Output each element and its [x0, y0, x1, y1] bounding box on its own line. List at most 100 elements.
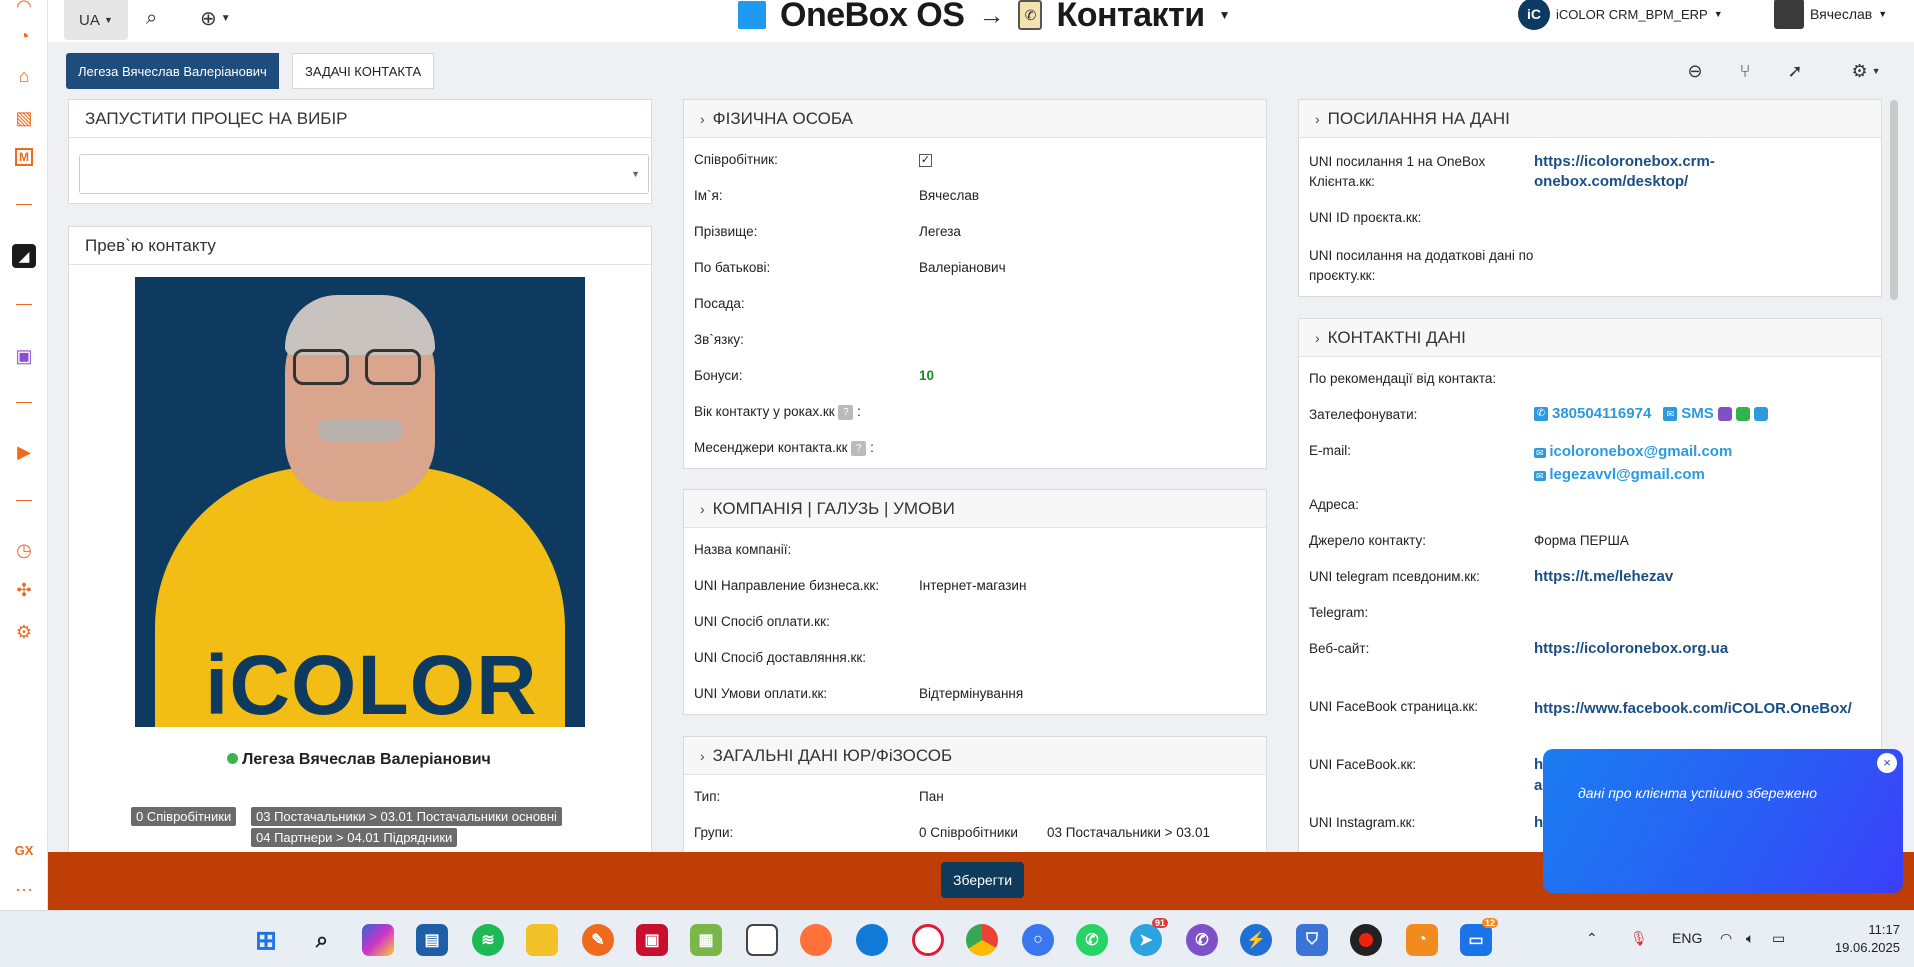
instagram-link[interactable]: h — [1534, 814, 1543, 831]
email-link[interactable]: icoloronebox@gmail.com — [1549, 443, 1732, 460]
employee-checkbox[interactable]: ✓ — [919, 154, 932, 167]
gear-icon[interactable]: ⚙ ▼ — [1846, 58, 1886, 84]
links-panel-title[interactable]: › ПОСИЛАННЯ НА ДАНІ — [1299, 100, 1881, 138]
page-scrollbar[interactable] — [1890, 100, 1898, 300]
telegram-icon[interactable]: ➤ 91 — [1130, 918, 1168, 956]
crm-selector[interactable]: iC iCOLOR CRM_BPM_ERP ▼ — [1518, 0, 1723, 30]
bitwarden-icon[interactable]: ⛉ — [1296, 924, 1328, 956]
volume-icon[interactable]: 🔈︎ — [1746, 930, 1754, 947]
preview-panel-title: Прев`ю контакту — [69, 227, 651, 265]
field-label: E-mail: — [1309, 443, 1352, 458]
field-label: Співробітник: — [694, 152, 778, 167]
record-icon[interactable] — [1350, 924, 1382, 956]
input-language[interactable]: ENG — [1672, 930, 1702, 946]
billboard-icon[interactable]: ▧ — [12, 106, 36, 130]
copilot-icon[interactable] — [362, 924, 394, 956]
windows-start-icon[interactable]: ⊞ — [250, 924, 282, 956]
gx-icon[interactable]: GX — [12, 838, 36, 862]
spotify-icon[interactable]: ≋ — [472, 924, 504, 956]
remote-desktop-icon[interactable]: ▭ 12 — [1460, 918, 1498, 956]
lightning-app-icon[interactable]: ⚡ — [1240, 924, 1272, 956]
chevron-down-icon: ▼ — [1878, 9, 1888, 19]
clock-date: 19.06.2025 — [1834, 940, 1900, 955]
sms-link[interactable]: SMS — [1681, 405, 1714, 422]
windows-taskbar: ⊞ ⌕ ▤ ≋ ✎ ▣ ▦ ○ ✆ ➤ 91 ✆ ⚡ ⛉ ◔ ▭ 12 ⌃ 🎙︎ E… — [0, 910, 1914, 967]
telegram-icon[interactable] — [1753, 406, 1768, 421]
tab-contact-tasks[interactable]: ЗАДАЧІ КОНТАКТА — [292, 53, 435, 89]
user-menu[interactable]: Вячеслав ▼ — [1774, 0, 1888, 29]
website-link[interactable]: https://icoloronebox.org.ua — [1534, 640, 1728, 657]
facebook-link[interactable]: a — [1534, 777, 1542, 794]
bonus-value: 10 — [919, 368, 935, 383]
field-label: UNI Направление бизнеса.кк: — [694, 578, 880, 593]
whatsapp-icon[interactable] — [1735, 406, 1750, 421]
app-logo-icon[interactable]: ◢ — [12, 244, 36, 268]
close-icon[interactable]: × — [1877, 753, 1897, 773]
more-dots-icon[interactable]: ⋯ — [12, 878, 36, 902]
group-value: 03 Постачальники > 03.01 — [1047, 825, 1211, 840]
field-label: Джерело контакту: — [1309, 533, 1426, 548]
process-select[interactable]: ▼ — [79, 154, 649, 194]
caret-down-icon: ▼ — [631, 169, 640, 179]
links-panel: › ПОСИЛАННЯ НА ДАНІ UNI посилання 1 на On… — [1298, 99, 1882, 297]
speedometer-icon[interactable]: ◔ — [1406, 924, 1438, 956]
puzzle-icon[interactable]: ✣ — [12, 578, 36, 602]
chevron-down-icon[interactable]: ▼ — [1219, 8, 1231, 22]
viber-icon[interactable]: ✆ — [1186, 924, 1218, 956]
open-external-icon[interactable]: ➚ — [1782, 58, 1808, 84]
minus-circle-icon[interactable]: ⊖ — [1682, 58, 1708, 84]
facebook-link[interactable]: h — [1534, 756, 1543, 773]
arrow-right-icon: → — [978, 0, 1005, 30]
language-selector[interactable]: UA ▼ — [64, 0, 128, 40]
sms-icon: ✉ — [1663, 406, 1678, 421]
avatar — [1774, 0, 1804, 29]
tab-contact[interactable]: Легеза Вячеслав Валеріанович — [66, 53, 279, 89]
search-icon[interactable]: ⌕ — [306, 924, 338, 956]
system-clock[interactable]: 11:17 19.06.2025 — [1824, 921, 1900, 957]
merge-icon[interactable]: ⑂ — [1732, 58, 1758, 84]
wifi-icon[interactable]: ◠ — [1720, 930, 1732, 947]
field-label: UNI FaceBook страница.кк: — [1309, 699, 1479, 714]
save-button[interactable]: Зберегти — [941, 862, 1025, 898]
folder-icon[interactable] — [526, 924, 558, 956]
telegram-alias-link[interactable]: https://t.me/lehezav — [1534, 568, 1673, 585]
field-label: Ім`я: — [694, 188, 723, 203]
image-editor-icon[interactable]: ▦ — [690, 924, 722, 956]
dock-icon[interactable]: ⌂ — [12, 64, 36, 88]
chevron-up-icon[interactable]: ⌃ — [1586, 930, 1598, 947]
microphone-icon[interactable]: 🎙︎ — [1630, 930, 1648, 947]
chrome-icon[interactable] — [966, 924, 998, 956]
person-panel-title[interactable]: › ФІЗИЧНА ОСОБА — [684, 100, 1266, 138]
opera-icon[interactable] — [912, 924, 944, 956]
edge-icon[interactable] — [856, 924, 888, 956]
settings-gear-icon[interactable]: ⚙ — [12, 620, 36, 644]
add-new-icon[interactable]: ⊕ ▼ — [200, 4, 231, 32]
twitch-icon[interactable]: ▣ — [12, 344, 36, 368]
m-badge-icon[interactable]: M — [15, 148, 33, 166]
pen-icon[interactable]: ✎ — [582, 924, 614, 956]
search-icon[interactable]: ⌕ — [146, 4, 157, 32]
facebook-page-link[interactable]: https://www.facebook.com/iCOLOR.OneBox/ — [1534, 698, 1874, 719]
history-clock-icon[interactable]: ◷ — [12, 538, 36, 562]
orbit-icon[interactable]: ◠ — [12, 0, 36, 18]
play-icon[interactable]: ▶ — [12, 440, 36, 464]
viber-icon[interactable] — [1717, 406, 1732, 421]
help-icon[interactable]: ? — [838, 404, 854, 420]
whatsapp-icon[interactable]: ✆ — [1076, 924, 1108, 956]
document-icon[interactable] — [746, 924, 778, 956]
contact-panel-title[interactable]: › КОНТАКТНІ ДАНІ — [1299, 319, 1881, 357]
store-icon[interactable]: ▤ — [416, 924, 448, 956]
company-panel-title[interactable]: › КОМПАНІЯ | ГАЛУЗЬ | УМОВИ — [684, 490, 1266, 528]
app-red-icon[interactable]: ▣ — [636, 924, 668, 956]
phone-link[interactable]: 380504116974 — [1552, 405, 1651, 422]
battery-icon[interactable]: ▭ — [1772, 930, 1785, 947]
onebox-link[interactable]: https://icoloronebox.crm-onebox.com/desk… — [1534, 152, 1774, 192]
dashboard-gauge-icon[interactable]: ◔ — [12, 24, 36, 48]
help-icon[interactable]: ? — [851, 440, 867, 456]
firefox-icon[interactable] — [800, 924, 832, 956]
general-panel-title[interactable]: › ЗАГАЛЬНІ ДАНІ ЮР/ФіЗОСОБ — [684, 737, 1266, 775]
module-name[interactable]: Контакти — [1056, 0, 1205, 35]
signal-icon[interactable]: ○ — [1022, 924, 1054, 956]
email-link[interactable]: legezavvl@gmail.com — [1549, 466, 1705, 483]
field-label: UNI Умови оплати.кк: — [694, 686, 828, 701]
